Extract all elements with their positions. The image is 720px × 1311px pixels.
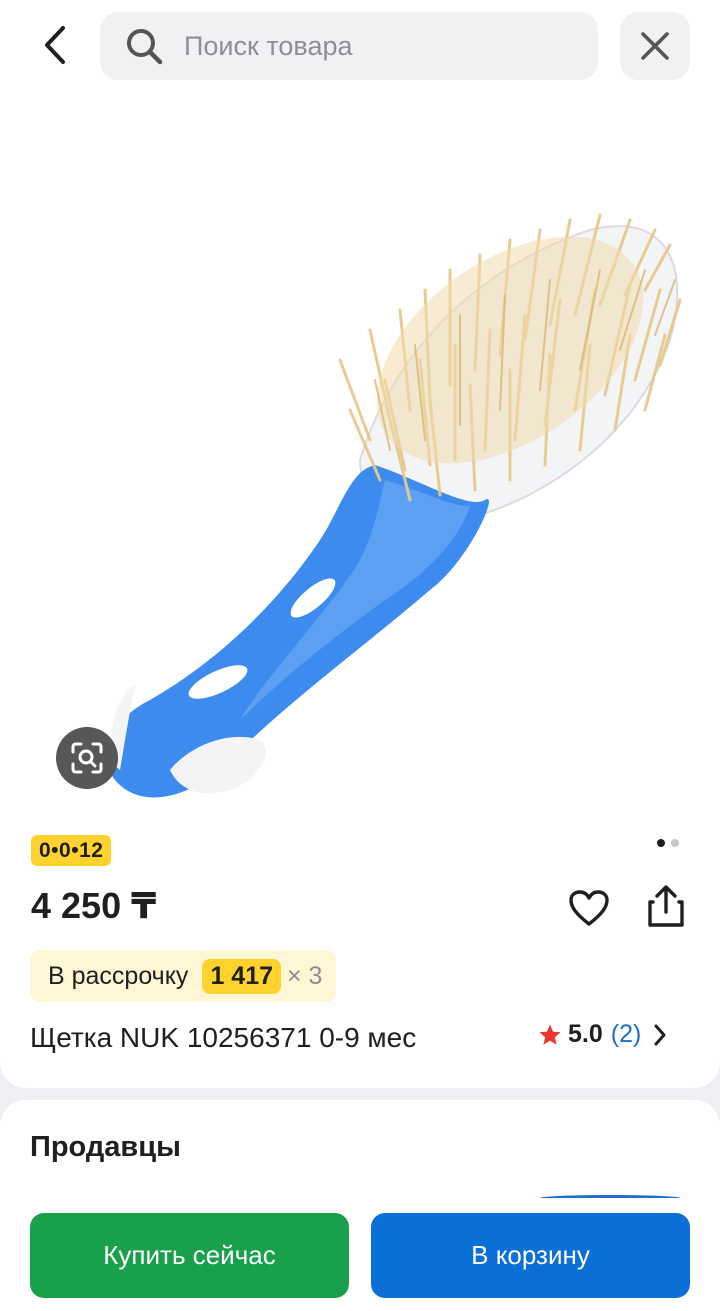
review-count[interactable]: (2) [611,1020,642,1049]
product-title: Щетка NUK 10256371 0-9 мес [30,1022,417,1053]
close-button[interactable] [620,12,690,80]
chevron-left-icon [45,26,65,64]
visual-search-icon [71,742,103,774]
gallery-dot [671,839,679,847]
sellers-title: Продавцы [30,1131,181,1163]
star-icon [539,1024,561,1045]
visual-search-button[interactable] [56,727,118,789]
search-bar[interactable] [100,12,598,80]
rating-value: 5.0 [568,1020,603,1048]
product-page: 0•0•12 4 250 ₸ В рассрочку 1 417 × 3 Щет… [0,0,720,1311]
close-icon [641,32,669,60]
favorite-button[interactable] [566,885,612,931]
product-rating[interactable]: 5.0 (2) [538,1020,667,1049]
add-to-cart-button[interactable]: В корзину [371,1213,690,1298]
installment-multiplier: × 3 [287,961,323,990]
search-icon [122,24,166,68]
installment-amount: 1 417 [202,958,281,994]
installment-offer[interactable]: В рассрочку 1 417 × 3 [30,950,337,1002]
product-card: 0•0•12 4 250 ₸ В рассрочку 1 417 × 3 Щет… [0,95,720,1088]
hairbrush-image [106,213,682,798]
buy-now-button[interactable]: Купить сейчас [30,1213,349,1298]
product-price: 4 250 ₸ [31,885,157,926]
promo-badge: 0•0•12 [31,835,112,866]
gallery-dot-active [657,839,665,847]
share-icon [648,885,684,927]
search-input[interactable] [184,30,564,62]
gallery-pagination [657,839,679,847]
installment-label: В рассрочку [48,961,189,990]
heart-icon [569,890,609,926]
product-image[interactable] [30,120,720,815]
top-bar [0,0,720,95]
share-button[interactable] [642,881,690,931]
chevron-right-icon [653,1023,667,1047]
back-button[interactable] [30,20,80,70]
sellers-list-edge [540,1195,680,1201]
